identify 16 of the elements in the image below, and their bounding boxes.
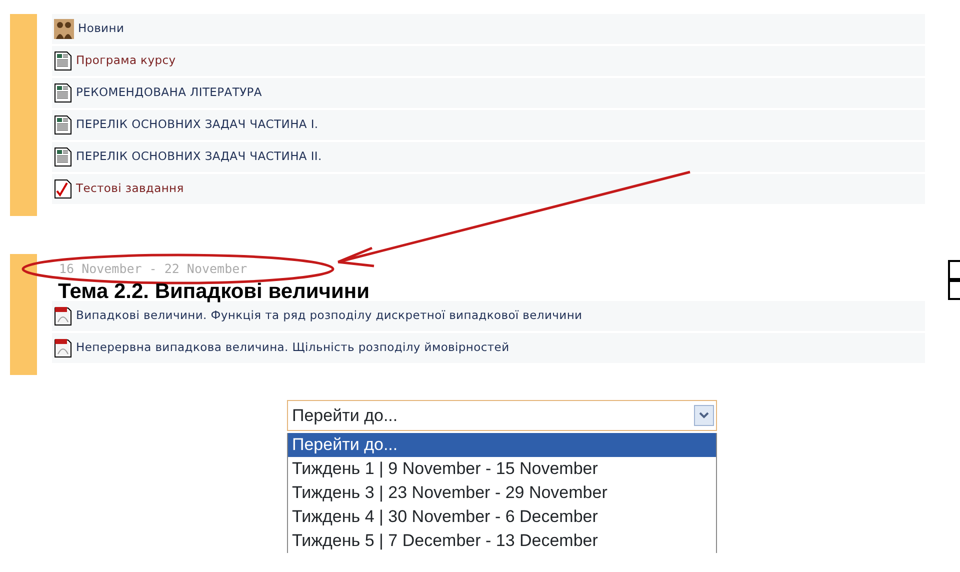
dropdown-option[interactable]: Тиждень 1 | 9 November - 15 November — [288, 457, 716, 481]
dropdown-option[interactable]: Тиждень 4 | 30 November - 6 December — [288, 505, 716, 529]
section-date: 16 November - 22 November — [59, 261, 248, 277]
resource-link[interactable]: Тестові завдання — [76, 180, 184, 198]
resource-link[interactable]: Новини — [78, 20, 124, 38]
forum-icon — [54, 19, 74, 39]
dropdown-option[interactable]: Перейти до... — [288, 433, 716, 457]
resource-link[interactable]: ПЕРЕЛІК ОСНОВНИХ ЗАДАЧ ЧАСТИНА I. — [76, 116, 318, 134]
jump-select[interactable]: Перейти до... — [287, 400, 717, 431]
section-title: Тема 2.2. Випадкові величини — [57, 283, 370, 301]
resource-link[interactable]: Програма курсу — [76, 52, 176, 70]
dropdown-option[interactable]: Тиждень 3 | 23 November - 29 November — [288, 481, 716, 505]
resource-link[interactable]: РЕКОМЕНДОВАНА ЛІТЕРАТУРА — [76, 84, 262, 102]
dropdown-option[interactable]: Тиждень 5 | 7 December - 13 December — [288, 529, 716, 553]
resource-link[interactable]: ПЕРЕЛІК ОСНОВНИХ ЗАДАЧ ЧАСТИНА II. — [76, 148, 322, 166]
box-drawing — [948, 260, 960, 300]
